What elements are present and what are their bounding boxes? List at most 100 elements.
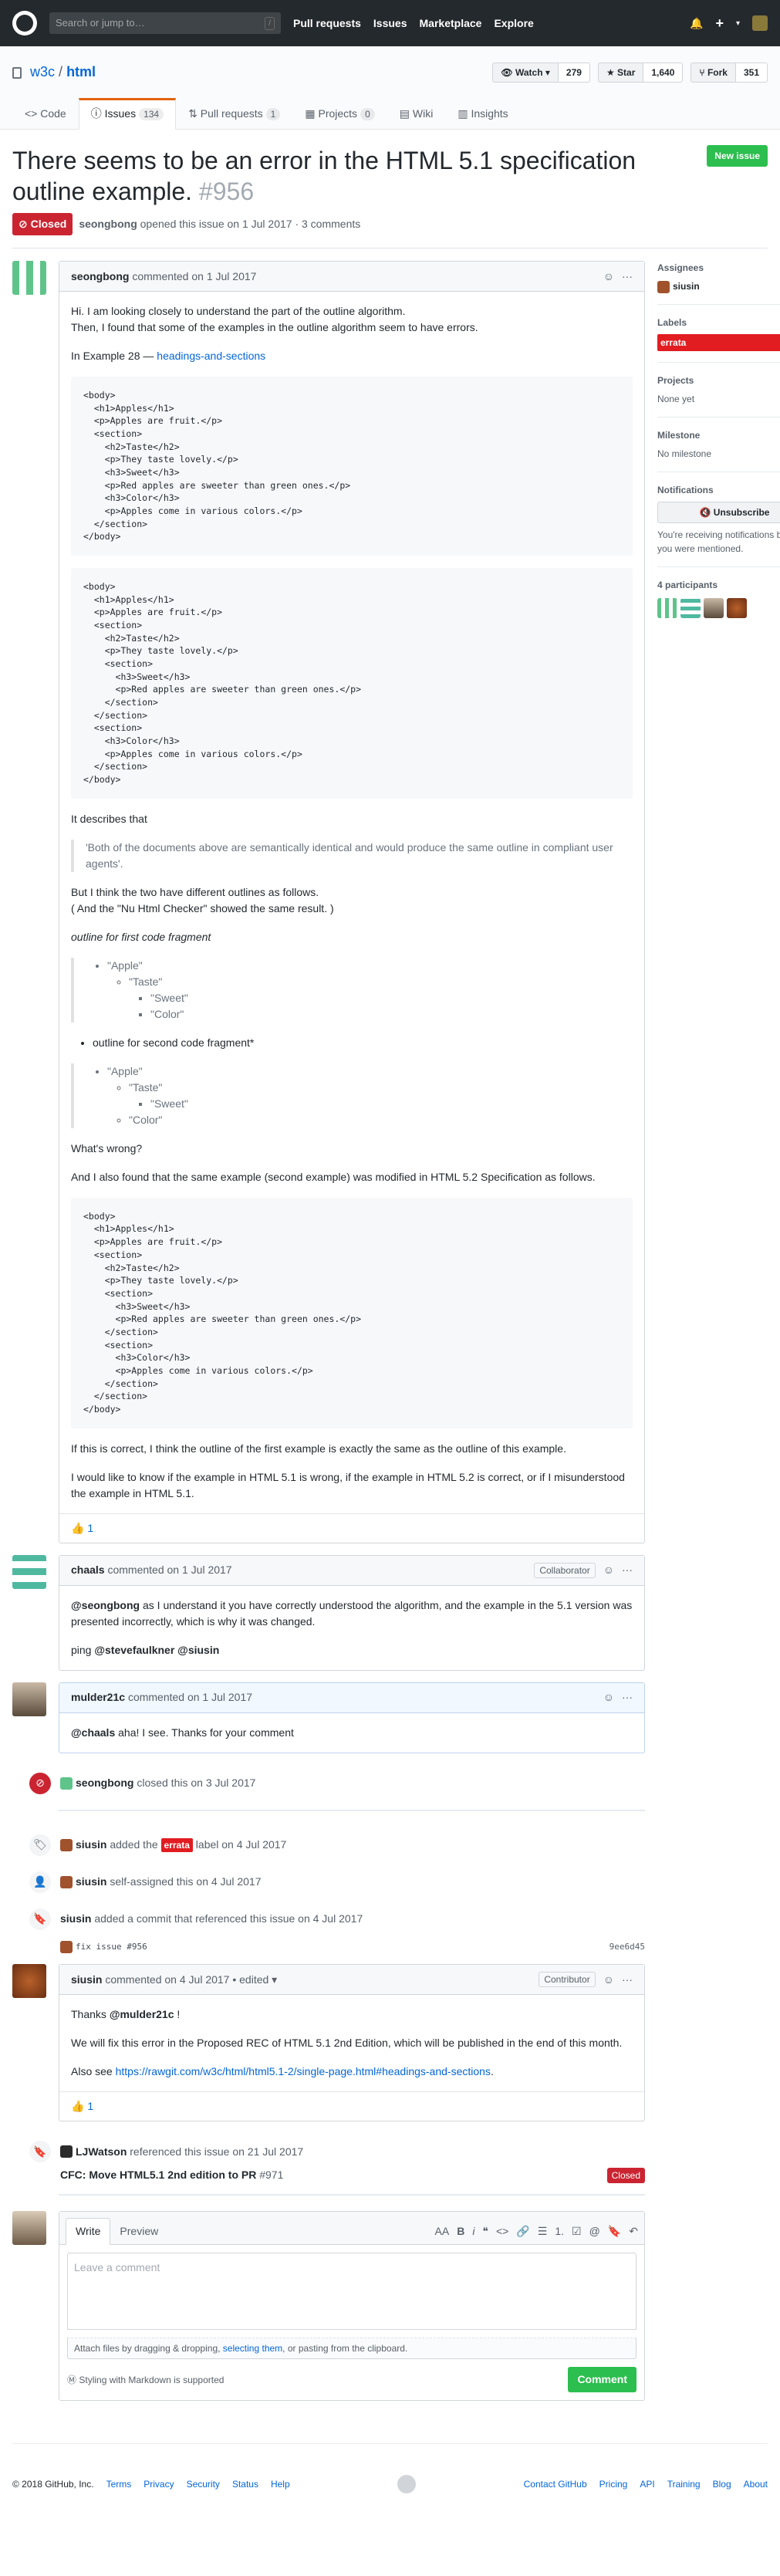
new-issue-button[interactable]: New issue xyxy=(707,145,768,167)
avatar[interactable] xyxy=(12,2211,46,2246)
tab-projects[interactable]: ▦ Projects 0 xyxy=(292,98,387,129)
footer-link-status[interactable]: Status xyxy=(232,2477,258,2491)
tab-wiki[interactable]: ▤ Wiki xyxy=(387,98,446,129)
avatar[interactable] xyxy=(12,1964,46,1999)
comment-author[interactable]: seongbong xyxy=(71,269,129,285)
nav-explore[interactable]: Explore xyxy=(494,15,533,32)
comment-timestamp[interactable]: commented on 1 Jul 2017 xyxy=(107,1562,231,1578)
emoji-reaction-icon[interactable]: ☺ xyxy=(603,269,614,285)
user-mention[interactable]: @stevefaulkner @siusin xyxy=(94,1644,219,1656)
task-list-icon[interactable]: ☑ xyxy=(572,2223,582,2240)
kebab-menu-icon[interactable]: ··· xyxy=(622,1689,633,1706)
commit-sha[interactable]: 9ee6d45 xyxy=(609,1941,645,1954)
user-mention[interactable]: @seongbong xyxy=(71,1599,140,1611)
participant-avatar[interactable] xyxy=(727,598,747,618)
footer-link-pricing[interactable]: Pricing xyxy=(599,2477,628,2491)
tab-code[interactable]: <> Code xyxy=(12,98,79,129)
avatar[interactable] xyxy=(60,1838,73,1851)
repo-name-link[interactable]: html xyxy=(66,64,96,79)
errata-label[interactable]: errata xyxy=(160,1837,193,1852)
participant-avatar[interactable] xyxy=(704,598,724,618)
avatar[interactable] xyxy=(60,2145,73,2158)
footer-link-help[interactable]: Help xyxy=(271,2477,290,2491)
caret-down-icon[interactable]: ▾ xyxy=(736,18,740,29)
milestone-heading[interactable]: Milestone xyxy=(657,428,780,442)
footer-link-blog[interactable]: Blog xyxy=(713,2477,731,2491)
avatar[interactable] xyxy=(60,1776,73,1790)
labels-heading[interactable]: Labels xyxy=(657,316,780,330)
footer-link-terms[interactable]: Terms xyxy=(106,2477,132,2491)
header-text-icon[interactable]: AA xyxy=(435,2223,450,2240)
event-actor[interactable]: siusin xyxy=(76,1837,106,1853)
nav-marketplace[interactable]: Marketplace xyxy=(420,15,482,32)
kebab-menu-icon[interactable]: ··· xyxy=(622,1972,633,1988)
participant-avatar[interactable] xyxy=(657,598,677,618)
thumbs-up-reaction[interactable]: 👍 1 xyxy=(71,1520,93,1536)
tab-pull-requests[interactable]: ⇅ Pull requests 1 xyxy=(176,98,292,129)
errata-label[interactable]: errata xyxy=(657,334,780,351)
watch-count[interactable]: 279 xyxy=(558,62,590,83)
code-icon[interactable]: <> xyxy=(496,2223,508,2240)
user-mention[interactable]: @chaals xyxy=(71,1726,115,1739)
avatar[interactable] xyxy=(12,1554,46,1589)
tab-insights[interactable]: ▥ Insights xyxy=(445,98,520,129)
rawgit-link[interactable]: https://rawgit.com/w3c/html/html5.1-2/si… xyxy=(116,2065,491,2077)
avatar[interactable] xyxy=(60,1940,73,1953)
event-actor[interactable]: siusin xyxy=(60,1911,91,1927)
reply-icon[interactable]: ↶ xyxy=(629,2223,638,2240)
star-button[interactable]: ★ Star 1,640 xyxy=(597,62,684,83)
kebab-menu-icon[interactable]: ··· xyxy=(622,269,633,285)
kebab-menu-icon[interactable]: ··· xyxy=(622,1562,633,1578)
comment-timestamp[interactable]: commented on 4 Jul 2017 • edited ▾ xyxy=(105,1972,277,1988)
github-logo-icon[interactable] xyxy=(12,11,37,35)
footer-link-api[interactable]: API xyxy=(640,2477,654,2491)
avatar[interactable] xyxy=(60,1875,73,1888)
unsubscribe-button[interactable]: 🔇 Unsubscribe xyxy=(657,502,780,523)
numbered-list-icon[interactable]: 1. xyxy=(555,2223,564,2240)
commit-message[interactable]: fix issue #956 xyxy=(76,1941,147,1954)
submit-comment-button[interactable]: Comment xyxy=(568,2367,636,2393)
emoji-reaction-icon[interactable]: ☺ xyxy=(603,1689,614,1706)
comment-author[interactable]: siusin xyxy=(71,1972,102,1988)
projects-heading[interactable]: Projects xyxy=(657,374,780,387)
tab-issues[interactable]: ⓘ Issues 134 xyxy=(78,98,177,130)
link-icon[interactable]: 🔗 xyxy=(516,2223,529,2240)
repo-owner-link[interactable]: w3c xyxy=(30,64,55,79)
thumbs-up-reaction[interactable]: 👍 1 xyxy=(71,2098,93,2115)
comment-author[interactable]: chaals xyxy=(71,1562,105,1578)
comment-textarea[interactable]: Leave a comment xyxy=(67,2253,636,2331)
select-files-link[interactable]: selecting them xyxy=(223,2343,282,2354)
bold-icon[interactable]: B xyxy=(457,2223,464,2240)
fork-count[interactable]: 351 xyxy=(735,62,768,83)
watch-button[interactable]: 👁 Watch ▾ 279 xyxy=(492,62,590,83)
markdown-note[interactable]: Styling with Markdown is supported xyxy=(79,2373,224,2387)
github-mark-icon[interactable] xyxy=(397,2475,417,2494)
quote-icon[interactable]: ❝ xyxy=(482,2223,488,2240)
user-mention[interactable]: @mulder21c xyxy=(110,2008,174,2020)
star-count[interactable]: 1,640 xyxy=(643,62,684,83)
comment-author[interactable]: mulder21c xyxy=(71,1689,125,1706)
user-avatar[interactable] xyxy=(752,15,768,31)
mention-icon[interactable]: @ xyxy=(589,2223,600,2240)
footer-link-security[interactable]: Security xyxy=(187,2477,220,2491)
avatar[interactable] xyxy=(12,261,46,295)
issue-author[interactable]: seongbong xyxy=(79,216,137,232)
footer-link-privacy[interactable]: Privacy xyxy=(144,2477,174,2491)
tab-preview[interactable]: Preview xyxy=(110,2219,167,2244)
headings-sections-link[interactable]: headings-and-sections xyxy=(157,350,265,362)
event-actor[interactable]: LJWatson xyxy=(76,2144,127,2160)
event-actor[interactable]: seongbong xyxy=(76,1775,133,1791)
nav-issues[interactable]: Issues xyxy=(373,15,407,32)
italic-icon[interactable]: i xyxy=(472,2223,474,2240)
reference-icon[interactable]: 🔖 xyxy=(608,2223,621,2240)
event-actor[interactable]: siusin xyxy=(76,1874,106,1890)
assignees-heading[interactable]: Assignees xyxy=(657,261,780,275)
comment-timestamp[interactable]: commented on 1 Jul 2017 xyxy=(132,269,256,285)
assignee-item[interactable]: siusin xyxy=(657,279,780,293)
footer-link-training[interactable]: Training xyxy=(667,2477,701,2491)
search-input[interactable]: Search or jump to… / xyxy=(49,12,281,34)
footer-link-contact[interactable]: Contact GitHub xyxy=(524,2477,587,2491)
comment-timestamp[interactable]: commented on 1 Jul 2017 xyxy=(128,1689,252,1706)
avatar[interactable] xyxy=(12,1682,46,1716)
fork-button[interactable]: ⑂ Fork 351 xyxy=(691,62,768,83)
